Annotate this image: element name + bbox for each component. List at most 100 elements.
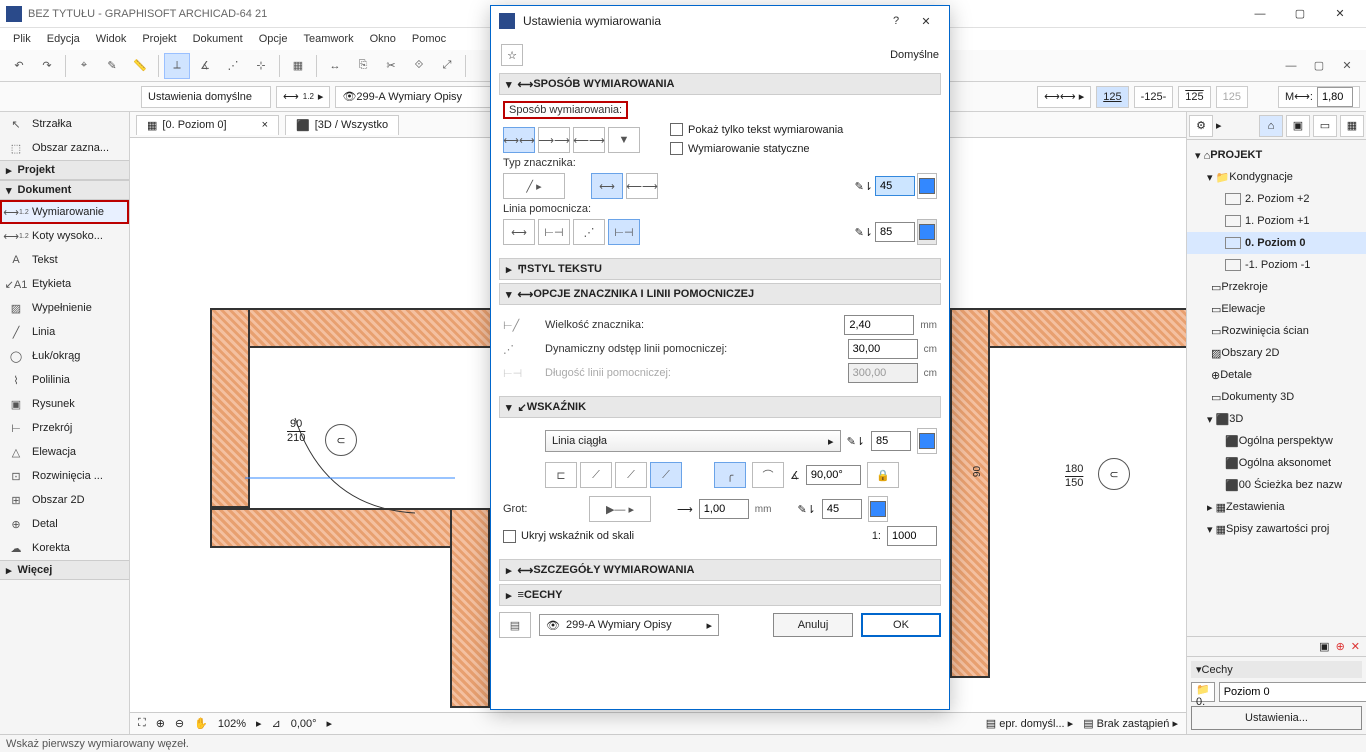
marker-type-button[interactable]: ╱ ▸ bbox=[503, 173, 565, 199]
menu-okno[interactable]: Okno bbox=[363, 31, 403, 47]
chk-ukryj[interactable]: Ukryj wskaźnik od skali bbox=[503, 530, 634, 543]
repr-dropdown[interactable]: ▤ epr. domyśl... ▸ bbox=[986, 717, 1073, 730]
tool-etykieta[interactable]: ↙A1Etykieta bbox=[0, 272, 129, 296]
snap-guide-button[interactable]: ⋰ bbox=[220, 53, 246, 79]
chk-statyczne[interactable]: Wymiarowanie statyczne bbox=[670, 142, 843, 155]
minimize-button[interactable]: — bbox=[1240, 2, 1280, 26]
marker-inside[interactable]: ⟷ bbox=[591, 173, 623, 199]
arrowhead-dropdown[interactable]: ▶— ▸ bbox=[589, 496, 651, 522]
section-cechy[interactable]: ▸ ≡ CECHY bbox=[499, 584, 941, 606]
marker-size-input[interactable] bbox=[844, 315, 914, 335]
nav-aksono[interactable]: ⬛ Ogólna aksonomet bbox=[1187, 452, 1366, 474]
marker-outside[interactable]: ⟵⟶ bbox=[626, 173, 658, 199]
tool-tekst[interactable]: ATekst bbox=[0, 248, 129, 272]
dim-val-1[interactable]: 125 bbox=[1096, 86, 1128, 108]
angle-input[interactable] bbox=[806, 465, 861, 485]
pan-icon[interactable]: ✋ bbox=[194, 717, 208, 730]
cancel-button[interactable]: Anuluj bbox=[773, 613, 853, 637]
grid-button[interactable]: ▦ bbox=[285, 53, 311, 79]
nav-elewacje[interactable]: ▭ Elewacje bbox=[1187, 298, 1366, 320]
nav-rozw[interactable]: ▭ Rozwinięcia ścian bbox=[1187, 320, 1366, 342]
nav-3d[interactable]: ▾ ⬛ 3D bbox=[1187, 408, 1366, 430]
nav-persp[interactable]: ⬛ Ogólna perspektyw bbox=[1187, 430, 1366, 452]
category-projekt[interactable]: ▸Projekt bbox=[0, 160, 129, 180]
section-opcje[interactable]: ▾ ⟷ OPCJE ZNACZNIKA I LINII POMOCNICZEJ bbox=[499, 283, 941, 305]
nav-obszary2d[interactable]: ▨ Obszary 2D bbox=[1187, 342, 1366, 364]
cut-button[interactable]: ✂ bbox=[378, 53, 404, 79]
nav-zest[interactable]: ▸ ▦ Zestawienia bbox=[1187, 496, 1366, 518]
move-button[interactable]: ↔ bbox=[322, 53, 348, 79]
redo-button[interactable]: ↷ bbox=[34, 53, 60, 79]
witness-dyn[interactable]: ⋰ bbox=[573, 219, 605, 245]
dim-type-elevation[interactable]: ▼ bbox=[608, 127, 640, 153]
nav-add-icon[interactable]: ⊕ bbox=[1336, 640, 1345, 653]
nav-settings-icon[interactable]: ⚙ bbox=[1189, 115, 1213, 137]
arrow-pen-input[interactable] bbox=[822, 499, 862, 519]
ptr-opt3[interactable]: ⟋ bbox=[615, 462, 647, 488]
nav-dok3d[interactable]: ▭ Dokumenty 3D bbox=[1187, 386, 1366, 408]
section-wskaznik[interactable]: ▾ ↙ WSKAŹNIK bbox=[499, 396, 941, 418]
nav-poziomm1[interactable]: -1. Poziom -1 bbox=[1187, 254, 1366, 276]
dialog-close-button[interactable]: ✕ bbox=[911, 9, 941, 33]
menu-teamwork[interactable]: Teamwork bbox=[296, 31, 360, 47]
dim-type-baseline[interactable]: ⟵⟶ bbox=[573, 127, 605, 153]
favorite-icon[interactable]: ☆ bbox=[501, 44, 523, 66]
tab-3d[interactable]: ⬛ [3D / Wszystko bbox=[285, 115, 399, 135]
nav-sciezka[interactable]: ⬛ 00 Ścieżka bez nazw bbox=[1187, 474, 1366, 496]
nav-kondygnacje[interactable]: ▾ 📁 Kondygnacje bbox=[1187, 166, 1366, 188]
zoom-in-icon[interactable]: ⊕ bbox=[156, 717, 165, 730]
ruler-button[interactable]: 📏 bbox=[127, 53, 153, 79]
zoom-extents-icon[interactable]: ⛶ bbox=[138, 717, 146, 730]
close-button[interactable]: ✕ bbox=[1320, 2, 1360, 26]
menu-dokument[interactable]: Dokument bbox=[186, 31, 250, 47]
maximize-button[interactable]: ▢ bbox=[1280, 2, 1320, 26]
tool-arrow[interactable]: ↖Strzałka bbox=[0, 112, 129, 136]
menu-projekt[interactable]: Projekt bbox=[135, 31, 183, 47]
tool-koty[interactable]: ⟷1.2Koty wysoko... bbox=[0, 224, 129, 248]
menu-edycja[interactable]: Edycja bbox=[40, 31, 87, 47]
snap-perp-button[interactable]: ⟂ bbox=[164, 53, 190, 79]
nav-poziom1[interactable]: 1. Poziom +1 bbox=[1187, 210, 1366, 232]
eyedrop-button[interactable]: ✎ bbox=[99, 53, 125, 79]
tool-elewacja[interactable]: △Elewacja bbox=[0, 440, 129, 464]
resize-button[interactable]: ⤢ bbox=[434, 53, 460, 79]
dim-type-linear[interactable]: ⟷⟷ bbox=[503, 127, 535, 153]
nav-publisher-icon[interactable]: ▦ bbox=[1340, 115, 1364, 137]
layer-icon[interactable]: ▤ bbox=[499, 612, 531, 638]
snap-angle-button[interactable]: ∡ bbox=[192, 53, 218, 79]
dialog-help-button[interactable]: ? bbox=[881, 9, 911, 33]
arrow-pen-color[interactable] bbox=[868, 496, 888, 522]
copy-button[interactable]: ⎘ bbox=[350, 53, 376, 79]
pointer-pen-color[interactable] bbox=[917, 428, 937, 454]
pen-marker-input[interactable] bbox=[875, 176, 915, 196]
nav-view-map-icon[interactable]: ▣ bbox=[1286, 115, 1310, 137]
undo-button[interactable]: ↶ bbox=[6, 53, 32, 79]
props-cechy-header[interactable]: ▾ Cechy bbox=[1191, 661, 1362, 678]
restore-doc-button[interactable]: ▢ bbox=[1306, 53, 1332, 79]
nav-detale[interactable]: ⊕ Detale bbox=[1187, 364, 1366, 386]
chk-pokaz[interactable]: Pokaż tylko tekst wymiarowania bbox=[670, 123, 843, 136]
section-styl[interactable]: ▸ Ͳ STYL TEKSTU bbox=[499, 258, 941, 280]
tab-poziom0[interactable]: ▦ [0. Poziom 0] × bbox=[136, 115, 279, 135]
pen-marker-color[interactable] bbox=[917, 173, 937, 199]
category-dokument[interactable]: ▾Dokument bbox=[0, 180, 129, 200]
pen-witness-input[interactable] bbox=[875, 222, 915, 242]
nav-przekroje[interactable]: ▭ Przekroje bbox=[1187, 276, 1366, 298]
zoom-out-icon[interactable]: ⊖ bbox=[175, 717, 184, 730]
menu-widok[interactable]: Widok bbox=[89, 31, 134, 47]
close-doc-button[interactable]: ✕ bbox=[1334, 53, 1360, 79]
ptr-arc-off[interactable]: ⌒ bbox=[752, 462, 784, 488]
height-field[interactable]: M⟷: bbox=[1278, 86, 1360, 108]
tool-linia[interactable]: ╱Linia bbox=[0, 320, 129, 344]
tool-rysunek[interactable]: ▣Rysunek bbox=[0, 392, 129, 416]
tool-detal[interactable]: ⊕Detal bbox=[0, 512, 129, 536]
tool-polilinia[interactable]: ⌇Polilinia bbox=[0, 368, 129, 392]
pointer-pen-input[interactable] bbox=[871, 431, 911, 451]
category-wiecej[interactable]: ▸Więcej bbox=[0, 560, 129, 580]
ptr-arc-on[interactable]: ╭ bbox=[714, 462, 746, 488]
nav-new-icon[interactable]: ▣ bbox=[1319, 640, 1329, 653]
nav-layout-icon[interactable]: ▭ bbox=[1313, 115, 1337, 137]
props-index[interactable]: 📁 0. bbox=[1191, 682, 1215, 702]
tool-luk[interactable]: ◯Łuk/okrąg bbox=[0, 344, 129, 368]
tool-rozwiniecia[interactable]: ⊡Rozwinięcia ... bbox=[0, 464, 129, 488]
